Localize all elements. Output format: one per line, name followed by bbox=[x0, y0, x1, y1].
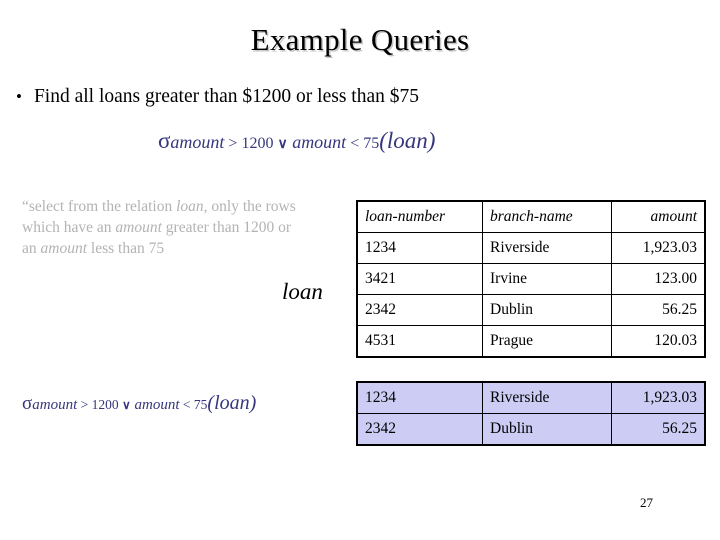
cell-loan-number: 2342 bbox=[356, 413, 483, 446]
description-italic-amount-2: amount bbox=[40, 240, 88, 257]
page-title: Example Queries bbox=[250, 22, 470, 57]
query-result-table: 1234 Riverside 1,923.03 2342 Dublin 56.2… bbox=[356, 381, 706, 446]
formula-subscript-attribute-1: amount bbox=[170, 132, 225, 152]
formula-subscript-attribute-2: amount bbox=[130, 397, 180, 413]
table-row: 1234 Riverside 1,923.03 bbox=[356, 381, 706, 414]
selection-formula-bottom: σamount > 1200 ∨ amount < 75(loan) bbox=[22, 392, 256, 415]
cell-loan-number: 3421 bbox=[356, 263, 483, 295]
table-row: 2342 Dublin 56.25 bbox=[356, 294, 706, 326]
cell-amount: 123.00 bbox=[611, 263, 706, 295]
query-description: “select from the relation loan, only the… bbox=[22, 196, 307, 259]
formula-subscript-attribute-2: amount bbox=[287, 132, 347, 152]
cell-amount: 56.25 bbox=[611, 413, 706, 446]
formula-value-2: 75 bbox=[193, 397, 208, 412]
formula-operator-1: > bbox=[77, 397, 92, 412]
formula-value-1: 1200 bbox=[91, 397, 122, 412]
table-row: 2342 Dublin 56.25 bbox=[356, 413, 706, 446]
table-row: 3421 Irvine 123.00 bbox=[356, 263, 706, 295]
cell-loan-number: 4531 bbox=[356, 325, 483, 358]
page-number: 27 bbox=[640, 495, 653, 510]
formula-value-2: 75 bbox=[363, 135, 380, 152]
cell-amount: 1,923.03 bbox=[611, 381, 706, 414]
cell-branch-name: Irvine bbox=[482, 263, 612, 295]
bullet-marker-icon: • bbox=[16, 87, 22, 106]
cell-branch-name: Riverside bbox=[482, 232, 612, 264]
table-row: 1234 Riverside 1,923.03 bbox=[356, 232, 706, 264]
formula-operator-1: > bbox=[224, 135, 242, 152]
formula-relation-argument: (loan) bbox=[379, 128, 436, 153]
cell-loan-number: 1234 bbox=[356, 232, 483, 264]
column-header-amount: amount bbox=[611, 200, 706, 233]
description-italic-amount-1: amount bbox=[115, 219, 162, 236]
loan-relation-caption: loan bbox=[282, 279, 323, 304]
formula-operator-2: < bbox=[346, 135, 364, 152]
description-italic-loan: loan bbox=[176, 198, 204, 215]
bullet-item: • Find all loans greater than $1200 or l… bbox=[16, 85, 676, 109]
cell-amount: 1,923.03 bbox=[611, 232, 706, 264]
table-row: 4531 Prague 120.03 bbox=[356, 325, 706, 358]
column-header-branch-name: branch-name bbox=[482, 200, 612, 233]
selection-formula-top: σamount > 1200 ∨ amount < 75(loan) bbox=[158, 128, 435, 154]
formula-subscript-attribute-1: amount bbox=[32, 397, 78, 413]
column-header-loan-number: loan-number bbox=[356, 200, 483, 233]
description-segment-1: “select from the relation bbox=[22, 198, 177, 215]
cell-loan-number: 2342 bbox=[356, 294, 483, 326]
cell-loan-number: 1234 bbox=[356, 381, 483, 414]
formula-value-1: 1200 bbox=[241, 135, 278, 152]
table-header-row: loan-number branch-name amount bbox=[356, 200, 706, 233]
bullet-item-label: Find all loans greater than $1200 or les… bbox=[33, 86, 420, 107]
formula-relation-argument: (loan) bbox=[207, 392, 257, 414]
cell-amount: 56.25 bbox=[611, 294, 706, 326]
logical-or-icon: ∨ bbox=[277, 135, 288, 151]
cell-branch-name: Dublin bbox=[482, 413, 612, 446]
cell-branch-name: Dublin bbox=[482, 294, 612, 326]
cell-branch-name: Prague bbox=[482, 325, 612, 358]
sigma-symbol: σ bbox=[22, 393, 33, 414]
logical-or-icon: ∨ bbox=[122, 398, 131, 412]
sigma-symbol: σ bbox=[158, 128, 171, 153]
description-segment-4: less than 75 bbox=[87, 240, 165, 257]
cell-branch-name: Riverside bbox=[482, 381, 612, 414]
formula-operator-2: < bbox=[179, 397, 194, 412]
cell-amount: 120.03 bbox=[611, 325, 706, 358]
loan-relation-table: loan-number branch-name amount 1234 Rive… bbox=[356, 200, 706, 358]
